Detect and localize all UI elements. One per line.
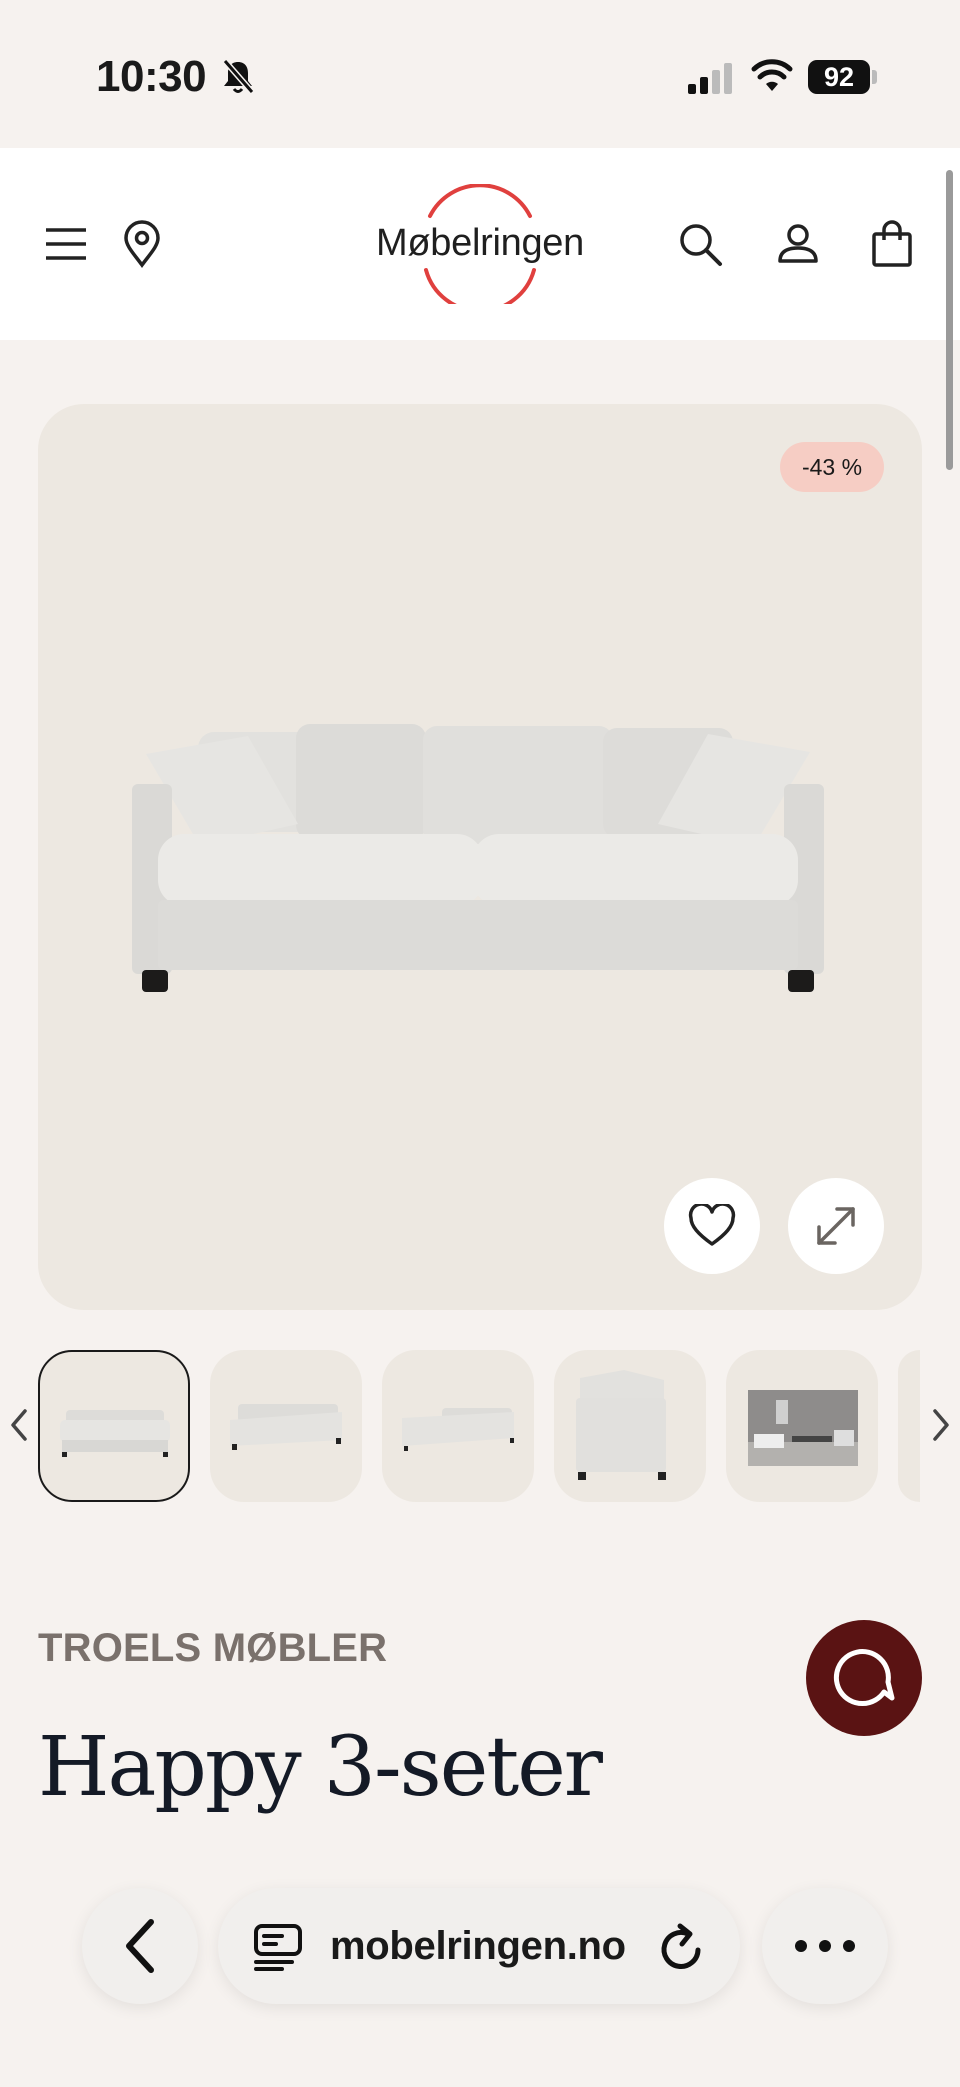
cart-icon [872,220,912,267]
store-locator-button[interactable] [112,214,172,274]
bell-slash-icon [222,59,255,94]
wishlist-button[interactable] [664,1178,760,1274]
heart-icon [688,1204,736,1246]
discount-badge: -43 % [780,442,884,492]
expand-icon [817,1207,855,1245]
browser-url-text: mobelringen.no [330,1924,626,1968]
search-button[interactable] [670,214,730,274]
cart-button[interactable] [862,214,922,274]
fullscreen-button[interactable] [788,1178,884,1274]
thumbnail-3[interactable] [382,1350,534,1502]
signal-icon [688,63,732,94]
thumbnail-2[interactable] [210,1350,362,1502]
site-header: Møbelringen [0,148,960,340]
thumbnail-image-end [576,1370,666,1480]
tabs-icon [254,1924,302,1971]
product-brand[interactable]: TROELS MØBLER [38,1626,387,1671]
site-logo[interactable]: Møbelringen [360,184,600,304]
thumbnail-6[interactable] [898,1350,920,1502]
menu-button[interactable] [36,214,96,274]
browser-more-button[interactable] [762,1888,888,2004]
thumbnail-image-side [402,1408,514,1451]
chevron-right-icon [933,1409,949,1441]
chat-button[interactable] [806,1620,922,1736]
thumbnail-strip [0,1348,960,1504]
more-icon [795,1940,855,1952]
browser-back-button[interactable] [82,1888,198,2004]
wifi-icon [751,59,793,91]
status-time: 10:30 [96,52,207,101]
product-image-gallery[interactable]: -43 % [38,404,922,1310]
browser-toolbar: mobelringen.no [0,1880,960,2020]
browser-address-bar[interactable]: mobelringen.no [218,1888,740,2004]
thumbnail-5[interactable] [726,1350,878,1502]
thumbnail-1[interactable] [38,1350,190,1502]
menu-icon [46,228,86,260]
thumbnail-image-front [60,1410,170,1457]
status-bar: 10:30 92 [0,0,960,148]
search-icon [680,224,722,266]
product-image-sofa [132,724,824,992]
location-icon [124,220,160,268]
account-icon [778,224,818,263]
back-icon [126,1919,154,1973]
thumbnail-prev-button[interactable] [4,1400,34,1450]
thumbnail-4[interactable] [554,1350,706,1502]
chat-icon [833,1649,895,1707]
page-scrollbar[interactable] [946,170,953,470]
thumbnail-next-button[interactable] [926,1400,956,1450]
chevron-left-icon [11,1409,27,1441]
product-title: Happy 3-seter [38,1720,603,1815]
thumbnail-image-angle [230,1404,342,1450]
battery-tip [872,70,877,84]
battery-icon: 92 [808,60,870,94]
account-button[interactable] [768,214,828,274]
reload-icon[interactable] [658,1922,706,1972]
thumbnail-image-room [748,1390,858,1466]
logo-text: Møbelringen [376,222,584,264]
